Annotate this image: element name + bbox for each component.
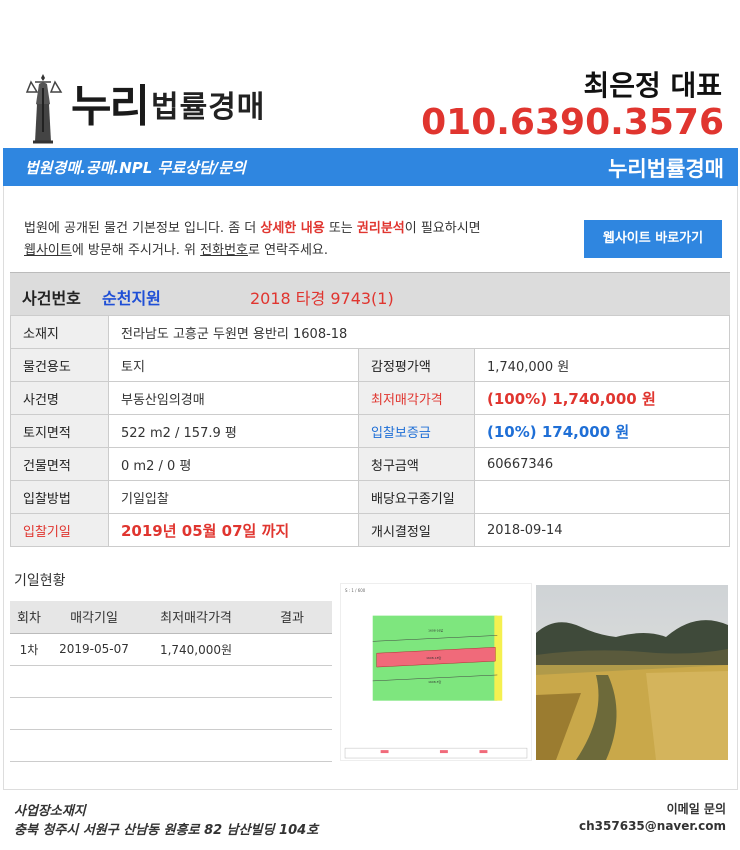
email-label: 이메일 문의: [666, 802, 726, 816]
history-row-empty: [10, 665, 332, 698]
case-label: 사건번호: [22, 289, 81, 308]
address-value: 충북 청주시 서원구 산남동 원흥로 82 남산빌딩 104호: [14, 823, 319, 838]
appraisal-label: 감정평가액: [358, 348, 475, 382]
notice-highlight-rights: 권리분석: [356, 221, 405, 236]
email-value[interactable]: ch357635@naver.com: [579, 819, 726, 833]
notice-line-2: 웹사이트에 방문해 주시거나. 위 전화번호로 연락주세요.: [24, 240, 328, 262]
start-label: 개시결정일: [358, 513, 475, 547]
table-row: 사건명 부동산임의경매 최저매각가격 (100%) 1,740,000 원: [10, 381, 730, 415]
case-name-label: 사건명: [10, 381, 109, 415]
appraisal-value: 1,740,000 원: [474, 348, 730, 382]
banner-left: 법원경매.공매.NPL 무료상담/문의: [25, 159, 246, 177]
min-price-label: 최저매각가격: [358, 381, 475, 415]
history-row: 1차 2019-05-07 1,740,000원: [10, 633, 332, 666]
building-area-label: 건물면적: [10, 447, 109, 481]
claim-label: 청구금액: [358, 447, 475, 481]
cadastral-map-image[interactable]: S : 1 / 600 1608-16답 1608-18답 1608-5답: [340, 583, 532, 761]
info-table: 소재지 전라남도 고흥군 두원면 용반리 1608-18 물건용도 토지 감정평…: [10, 315, 730, 547]
case-name-value: 부동산임의경매: [108, 381, 359, 415]
address-label: 사업장소재지: [14, 804, 86, 819]
property-photo[interactable]: [536, 585, 728, 760]
table-row: 소재지 전라남도 고흥군 두원면 용반리 1608-18: [10, 315, 730, 349]
case-number: 2018 타경 9743(1): [250, 289, 394, 308]
land-area-label: 토지면적: [10, 414, 109, 448]
bid-method-value: 기일입찰: [108, 480, 359, 514]
case-court: 순천지원: [102, 289, 161, 308]
bid-date-value: 2019년 05월 07일 까지: [108, 513, 359, 547]
min-price-value: (100%) 1,740,000 원: [474, 381, 730, 415]
notice-line-1: 법원에 공개된 물건 기본정보 입니다. 좀 더 상세한 내용 또는 권리분석이…: [24, 218, 481, 240]
dividend-label: 배당요구종기일: [358, 480, 475, 514]
table-row: 건물면적 0 m2 / 0 평 청구금액 60667346: [10, 447, 730, 481]
land-area-value: 522 m2 / 157.9 평: [108, 414, 359, 448]
history-header: 회차: [10, 601, 48, 634]
history-row-empty: [10, 729, 332, 762]
justice-statue-icon: [25, 74, 63, 144]
notice-website: 웹사이트: [24, 243, 72, 258]
history-header: 매각기일: [48, 601, 140, 634]
notice-phone: 전화번호: [200, 243, 248, 258]
table-row: 입찰방법 기일입찰 배당요구종기일: [10, 480, 730, 514]
history-header: 결과: [252, 601, 332, 634]
claim-value: 60667346: [474, 447, 730, 481]
location-label: 소재지: [10, 315, 109, 349]
history-header-row: 회차 매각기일 최저매각가격 결과: [10, 601, 332, 634]
notice-text: 법원에 공개된 물건 기본정보 입니다. 좀 더: [24, 221, 261, 236]
history-cell: 1,740,000원: [140, 633, 252, 666]
representative-name: 최은정 대표: [583, 69, 722, 102]
deposit-value: (10%) 174,000 원: [474, 414, 730, 448]
location-value: 전라남도 고흥군 두원면 용반리 1608-18: [108, 315, 730, 349]
bid-date-label: 입찰기일: [10, 513, 109, 547]
notice-text: 에 방문해 주시거나. 위: [71, 243, 201, 258]
notice-highlight-detail: 상세한 내용: [260, 221, 325, 236]
history-header: 최저매각가격: [140, 601, 252, 634]
table-row: 물건용도 토지 감정평가액 1,740,000 원: [10, 348, 730, 382]
header: 누리 법률경매 최은정 대표 010.6390.3576: [3, 48, 738, 148]
building-area-value: 0 m2 / 0 평: [108, 447, 359, 481]
svg-text:S : 1 / 600: S : 1 / 600: [345, 588, 366, 593]
svg-text:1608-5답: 1608-5답: [428, 679, 441, 684]
representative-phone[interactable]: 010.6390.3576: [421, 102, 724, 143]
history-cell: [252, 633, 332, 666]
notice-text: 로 연락주세요.: [248, 243, 329, 258]
history-cell: 2019-05-07: [48, 633, 140, 666]
svg-text:1608-18답: 1608-18답: [426, 655, 441, 660]
dividend-value: [474, 480, 730, 514]
bid-method-label: 입찰방법: [10, 480, 109, 514]
use-label: 물건용도: [10, 348, 109, 382]
notice: 법원에 공개된 물건 기본정보 입니다. 좀 더 상세한 내용 또는 권리분석이…: [10, 206, 730, 270]
history-cell: 1차: [10, 633, 48, 666]
history-table: 회차 매각기일 최저매각가격 결과 1차 2019-05-07 1,740,00…: [10, 601, 332, 762]
deposit-label: 입찰보증금: [358, 414, 475, 448]
start-value: 2018-09-14: [474, 513, 730, 547]
logo-main: 누리: [71, 81, 150, 132]
notice-text: 이 필요하시면: [404, 221, 481, 236]
table-row: 토지면적 522 m2 / 157.9 평 입찰보증금 (10%) 174,00…: [10, 414, 730, 448]
logo-sub: 법률경매: [151, 90, 266, 125]
history-row-empty: [10, 697, 332, 730]
notice-text: 또는: [324, 221, 357, 236]
svg-text:1608-16답: 1608-16답: [428, 627, 443, 632]
history-title: 기일현황: [14, 573, 66, 589]
table-row: 입찰기일 2019년 05월 07일 까지 개시결정일 2018-09-14: [10, 513, 730, 547]
use-value: 토지: [108, 348, 359, 382]
banner: 법원경매.공매.NPL 무료상담/문의 누리법률경매: [3, 148, 738, 186]
banner-right: 누리법률경매: [608, 157, 724, 181]
case-bar: 사건번호 순천지원 2018 타경 9743(1): [10, 272, 730, 315]
website-button[interactable]: 웹사이트 바로가기: [584, 220, 722, 258]
